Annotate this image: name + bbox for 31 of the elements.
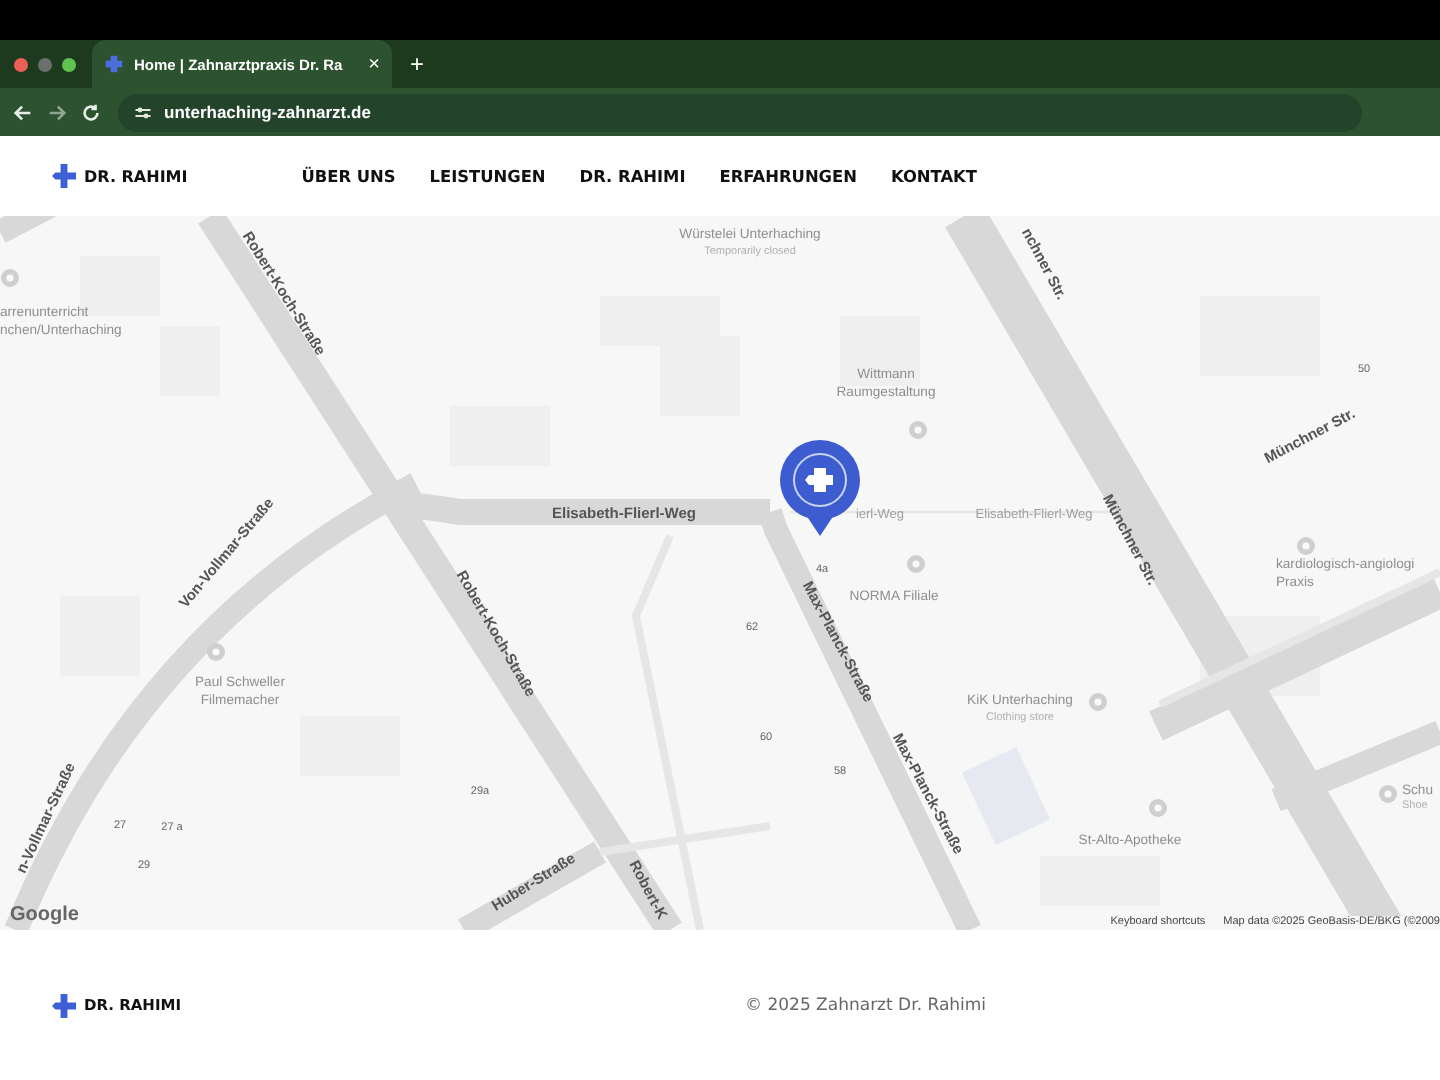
brand-name[interactable]: DR. RAHIMI bbox=[84, 167, 188, 185]
forward-arrow-icon[interactable] bbox=[46, 101, 68, 123]
nav-link[interactable]: KONTAKT bbox=[890, 166, 977, 186]
nav-link[interactable]: ERFAHRUNGEN bbox=[719, 166, 857, 186]
address-bar[interactable]: unterhaching-zahnarzt.de bbox=[118, 93, 1362, 131]
url-text: unterhaching-zahnarzt.de bbox=[164, 102, 371, 122]
poi-marker-icon[interactable] bbox=[1149, 799, 1167, 817]
poi-marker-icon[interactable] bbox=[1379, 785, 1397, 803]
logo-icon[interactable] bbox=[52, 164, 76, 188]
location-pin-icon[interactable] bbox=[780, 440, 860, 536]
logo-icon[interactable] bbox=[52, 993, 76, 1017]
nav-link[interactable]: DR. RAHIMI bbox=[579, 166, 686, 186]
map-provider-logo: Google bbox=[10, 904, 79, 926]
reload-icon[interactable] bbox=[80, 101, 102, 123]
zoom-window-icon[interactable] bbox=[62, 57, 76, 71]
nav-link[interactable]: LEISTUNGEN bbox=[429, 166, 546, 186]
poi-marker-icon[interactable] bbox=[909, 421, 927, 439]
site-settings-icon[interactable] bbox=[134, 103, 152, 121]
poi-marker-icon[interactable] bbox=[1297, 537, 1315, 555]
favicon-icon bbox=[104, 54, 124, 74]
poi-marker-icon[interactable] bbox=[907, 555, 925, 573]
new-tab-button[interactable]: + bbox=[410, 50, 425, 78]
poi-marker-icon[interactable] bbox=[207, 643, 225, 661]
close-tab-button[interactable]: × bbox=[368, 53, 380, 75]
poi-marker-icon[interactable] bbox=[1, 269, 19, 287]
minimize-window-icon[interactable] bbox=[38, 57, 52, 71]
back-arrow-icon[interactable] bbox=[12, 101, 34, 123]
copyright-text: © 2025 Zahnarzt Dr. Rahimi bbox=[745, 995, 987, 1015]
nav-link[interactable]: ÜBER UNS bbox=[301, 166, 396, 186]
poi-marker-icon[interactable] bbox=[1089, 693, 1107, 711]
close-window-icon[interactable] bbox=[14, 57, 28, 71]
